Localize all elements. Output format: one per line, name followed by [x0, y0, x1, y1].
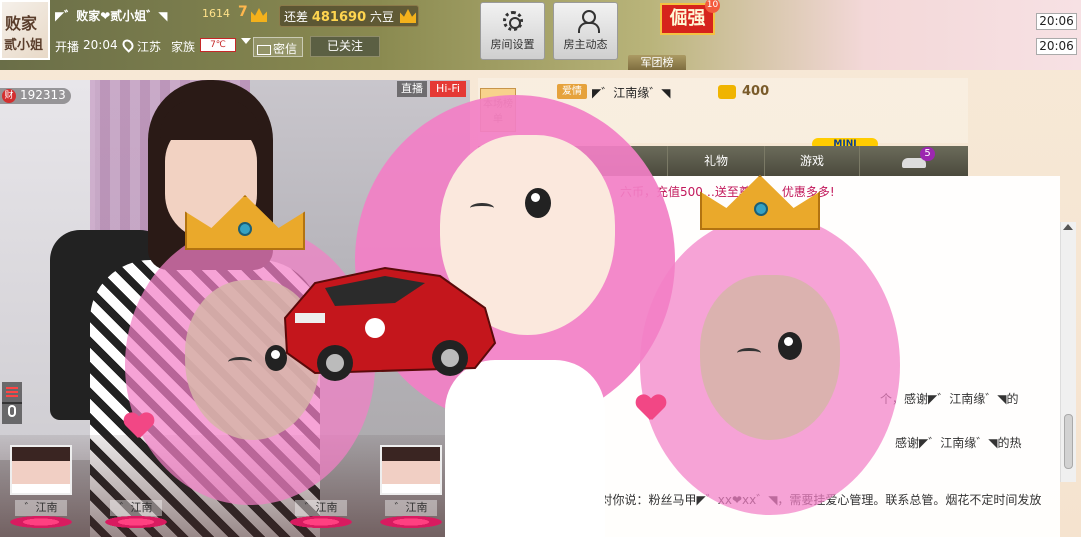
private-message-text: 对你说：粉丝马甲◤゛xx❤xx゛◥，需要挂爱心管理。联系总管。烟花不定时间发放: [600, 493, 1042, 507]
guest-name: ゛江南: [15, 500, 67, 516]
avatar-text-2: 贰小姐: [4, 38, 44, 53]
session-rank-button[interactable]: 本场榜单: [480, 88, 516, 132]
guest-name: ゛江南: [385, 500, 437, 516]
chat-message-text: 感谢◤゛江南缘゛◥的热: [895, 436, 1022, 450]
fortune-icon: 财: [2, 89, 16, 103]
host-activity-button[interactable]: 房主动态: [553, 2, 618, 60]
tab-1[interactable]: [478, 146, 573, 176]
chat-message: 个，感谢◤゛江南缘゛◥的: [880, 390, 1050, 408]
family-label: 家族: [171, 40, 196, 54]
guest-seat[interactable]: ゛江南: [100, 445, 172, 533]
gold-icon: [718, 85, 736, 99]
scroll-up-icon[interactable]: [1063, 224, 1073, 230]
top-user-name[interactable]: ◤゛江南缘゛◥: [592, 84, 670, 100]
person-icon: [578, 10, 600, 33]
room-settings-button[interactable]: 房间设置: [480, 2, 545, 60]
chat-message: 感谢◤゛江南缘゛◥的热: [895, 434, 1055, 452]
diff-value: 481690: [311, 10, 367, 25]
gold-value: 400: [742, 84, 770, 99]
live-video[interactable]: 财 192313 直播 Hi-Fi ゛江南 ゛江南 ゛江南 ゛江南: [0, 80, 470, 537]
room-header: 败家 贰小姐 ◤゛败家❤贰小姐゛◥ 1614 7 还差 481690 六豆 开播…: [0, 0, 1081, 70]
menu-button[interactable]: [2, 382, 22, 404]
seat-base: [100, 515, 172, 529]
title-badge-count: 10: [705, 0, 720, 13]
hifi-tag[interactable]: Hi-Fi: [430, 81, 466, 97]
menu-icon: [6, 387, 18, 389]
guest-name: ゛江南: [110, 500, 162, 516]
private-message-button[interactable]: 密信: [253, 37, 303, 57]
gear-icon: [503, 11, 523, 31]
guest-avatar: [10, 445, 72, 495]
vip-tag: 爱情: [557, 84, 587, 99]
tab-gifts[interactable]: 礼物: [668, 146, 765, 176]
crown-icon: [251, 8, 267, 22]
seat-base: [375, 515, 447, 529]
guest-seat[interactable]: ゛江南: [285, 445, 357, 533]
chat-scrollbar[interactable]: [1060, 222, 1076, 482]
guest-avatar: [290, 445, 352, 495]
location: 江苏: [137, 40, 162, 54]
guest-seat[interactable]: ゛江南: [5, 445, 77, 533]
chat-message-text: 情支持: [488, 458, 525, 472]
chat-message: 情支持: [488, 456, 548, 474]
tab-2[interactable]: [573, 146, 668, 176]
system-notice: 六币，充值500…送至尊VIP。优惠多多!: [620, 185, 835, 199]
private-message-line: ◤゛败家❤贰小姐゛◥对你说：粉丝马甲◤゛xx❤xx゛◥，需要挂爱心管理。联系总管…: [488, 490, 1048, 510]
guest-avatar: [105, 445, 167, 495]
host-activity-label: 房主动态: [563, 38, 608, 51]
live-tag[interactable]: 直播: [397, 81, 427, 97]
host-name[interactable]: ◤゛败家❤贰小姐゛◥: [55, 7, 168, 24]
family-badge[interactable]: 7℃: [200, 38, 236, 52]
avatar-text-1: 败家: [5, 14, 38, 33]
chat-panel[interactable]: [478, 176, 1060, 537]
host-avatar[interactable]: 败家 贰小姐: [0, 0, 50, 60]
panel-tab-bar: 礼物 游戏: [478, 146, 968, 176]
level-gap-box: 还差 481690 六豆: [279, 5, 419, 27]
host-level: 7: [238, 4, 248, 20]
diff-unit: 六豆: [369, 10, 394, 24]
fortune-counter: 财 192313: [0, 88, 71, 104]
start-label: 开播: [55, 40, 80, 54]
army-rank-tab[interactable]: 军团榜: [628, 55, 686, 70]
diff-label: 还差: [284, 10, 309, 24]
fortune-value: 192313: [20, 88, 66, 102]
guest-avatar: [380, 445, 442, 495]
guest-name: ゛江南: [295, 500, 347, 516]
seat-base: [5, 515, 77, 529]
private-message-label: 密信: [273, 42, 298, 56]
mic-button[interactable]: [2, 402, 22, 424]
seat-base: [285, 515, 357, 529]
next-level-crown-icon: [400, 9, 416, 23]
chevron-down-icon[interactable]: [241, 38, 251, 44]
guest-seat[interactable]: ゛江南: [375, 445, 447, 533]
start-time: 20:04: [83, 38, 118, 52]
live-room-window: 败家 贰小姐 ◤゛败家❤贰小姐゛◥ 1614 7 还差 481690 六豆 开播…: [0, 0, 1081, 537]
chat-message-text: 个，感谢◤゛江南缘゛◥的: [880, 392, 1019, 406]
clock-bottom: 20:06: [1036, 38, 1077, 55]
follow-button[interactable]: 已关注: [310, 36, 380, 57]
mail-icon: [257, 44, 271, 55]
tab-games[interactable]: 游戏: [765, 146, 860, 176]
location-pin-icon: [120, 37, 136, 53]
private-message-sender[interactable]: ◤゛败家❤贰小姐゛◥: [488, 493, 601, 507]
room-settings-label: 房间设置: [490, 38, 535, 51]
car-count-badge: 5: [920, 147, 935, 161]
clock-top: 20:06: [1036, 13, 1077, 30]
streamer-bangs: [160, 100, 260, 140]
mic-icon: [8, 405, 16, 417]
guest-seat-bar: ゛江南 ゛江南 ゛江南 ゛江南: [0, 435, 470, 537]
host-id: 1614: [202, 7, 230, 20]
scroll-thumb[interactable]: [1064, 414, 1073, 469]
